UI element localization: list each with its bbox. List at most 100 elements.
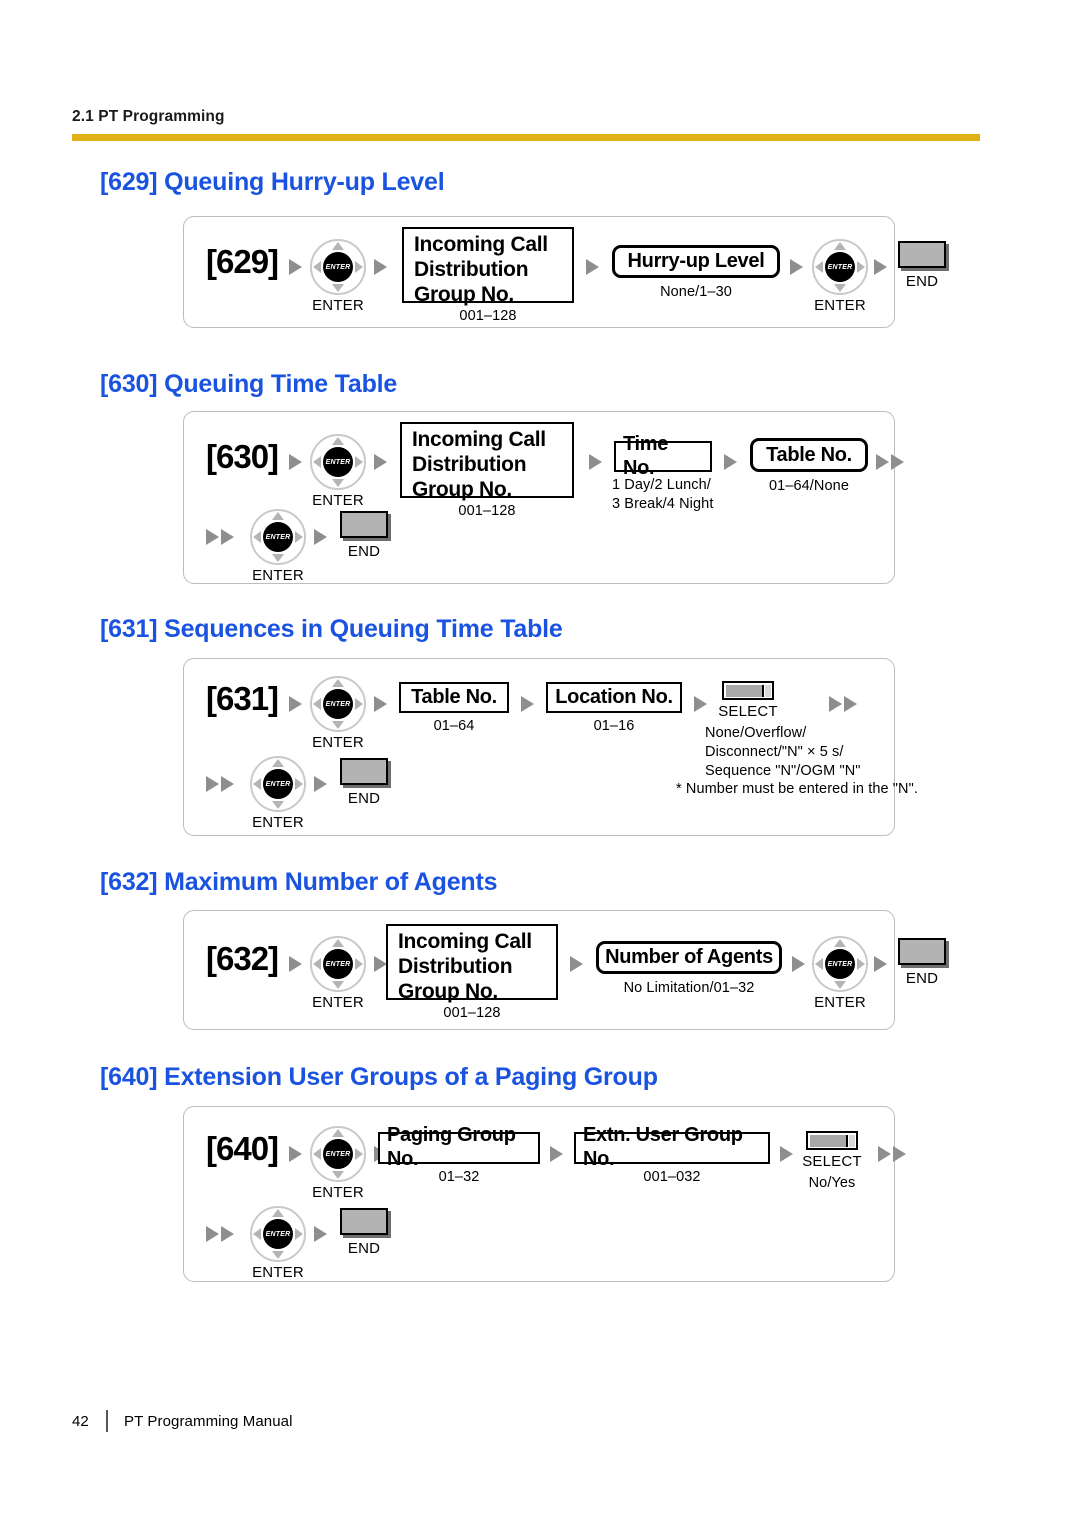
navigator-right-icon [355, 456, 363, 468]
section-title-632: [632] Maximum Number of Agents [100, 868, 498, 896]
select-key-label: SELECT [718, 703, 778, 720]
navigator-left-icon [313, 456, 321, 468]
flow-arrow-icon [206, 776, 219, 792]
enter-key-label: ENTER [252, 567, 304, 584]
enter-key-label: ENTER [312, 297, 364, 314]
icd-group-no-box-632[interactable]: Incoming Call Distribution Group No. [386, 924, 558, 1003]
end-key[interactable] [340, 511, 388, 538]
enter-button-icon: ENTER [825, 252, 855, 282]
select-key-nub [849, 1134, 855, 1147]
navigator-up-icon [332, 1129, 344, 1137]
running-head: 2.1 PT Programming [72, 108, 225, 125]
extn-user-group-no-box[interactable]: Extn. User Group No. [574, 1124, 770, 1170]
icd-group-no-box-630[interactable]: Incoming Call Distribution Group No. [400, 422, 574, 501]
table-no-range-630: 01–64/None [768, 478, 849, 494]
flow-arrow-icon [792, 956, 805, 972]
select-key-bar [725, 684, 764, 697]
manual-name: PT Programming Manual [124, 1412, 293, 1430]
enter-button-icon: ENTER [323, 949, 353, 979]
end-key[interactable] [340, 758, 388, 785]
navigator-right-icon [295, 778, 303, 790]
enter-key-label: ENTER [312, 994, 364, 1011]
hurry-up-level-range: None/1–30 [660, 284, 732, 300]
enter-navigator-key[interactable]: ENTER [310, 434, 366, 490]
program-number-630: [630] [206, 438, 279, 475]
header-rule [72, 134, 980, 141]
navigator-right-icon [295, 531, 303, 543]
table-no-box-630[interactable]: Table No. [750, 438, 868, 472]
flow-arrow-icon [586, 259, 599, 275]
navigator-left-icon [313, 261, 321, 273]
section-title-629: [629] Queuing Hurry-up Level [100, 168, 445, 196]
program-number-632: [632] [206, 940, 279, 977]
flow-arrow-icon [221, 776, 234, 792]
flow-arrow-icon [221, 529, 234, 545]
flow-arrow-icon [874, 956, 887, 972]
select-key-label: SELECT [802, 1153, 862, 1170]
number-of-agents-box[interactable]: Number of Agents [596, 941, 782, 974]
document-page: 2.1 PT Programming [629] Queuing Hurry-u… [0, 0, 1080, 1528]
number-of-agents-range: No Limitation/01–32 [623, 980, 755, 996]
navigator-left-icon [313, 1148, 321, 1160]
enter-key-label: ENTER [312, 492, 364, 509]
flow-arrow-icon [550, 1146, 563, 1162]
flow-arrow-icon [374, 696, 387, 712]
enter-button-icon: ENTER [263, 1219, 293, 1249]
enter-button-icon: ENTER [323, 447, 353, 477]
paging-group-no-range: 01–32 [438, 1169, 480, 1185]
end-key-label: END [347, 543, 381, 560]
navigator-down-icon [272, 1251, 284, 1259]
enter-button-icon: ENTER [263, 522, 293, 552]
program-number-629: [629] [206, 243, 279, 280]
flow-arrow-icon [844, 696, 857, 712]
enter-navigator-key[interactable]: ENTER [812, 936, 868, 992]
navigator-left-icon [313, 958, 321, 970]
flow-arrow-icon [314, 529, 327, 545]
time-no-range: 1 Day/2 Lunch/ 3 Break/4 Night [612, 477, 714, 512]
navigator-right-icon [295, 1228, 303, 1240]
flow-arrow-icon [521, 696, 534, 712]
navigator-left-icon [815, 261, 823, 273]
end-key[interactable] [898, 241, 946, 268]
location-no-box[interactable]: Location No. [546, 682, 682, 713]
navigator-down-icon [272, 554, 284, 562]
flow-arrow-icon [289, 454, 302, 470]
enter-navigator-key[interactable]: ENTER [250, 509, 306, 565]
enter-navigator-key[interactable]: ENTER [310, 1126, 366, 1182]
end-key[interactable] [340, 1208, 388, 1235]
extn-user-group-no-range: 001–032 [643, 1169, 701, 1185]
table-no-box-631[interactable]: Table No. [399, 682, 509, 713]
icd-group-no-box-629[interactable]: Incoming Call Distribution Group No. [402, 227, 574, 306]
navigator-down-icon [272, 801, 284, 809]
icd-group-no-range-632: 001–128 [443, 1005, 501, 1021]
navigator-down-icon [332, 1171, 344, 1179]
navigator-right-icon [355, 698, 363, 710]
enter-key-label: ENTER [312, 734, 364, 751]
flow-arrow-icon [876, 454, 889, 470]
hurry-up-level-box[interactable]: Hurry-up Level [612, 245, 780, 278]
enter-button-icon: ENTER [323, 1139, 353, 1169]
flow-arrow-icon [893, 1146, 906, 1162]
page-number: 42 [72, 1412, 89, 1430]
enter-navigator-key[interactable]: ENTER [250, 1206, 306, 1262]
navigator-left-icon [253, 1228, 261, 1240]
paging-group-no-box[interactable]: Paging Group No. [378, 1124, 540, 1170]
navigator-down-icon [332, 479, 344, 487]
enter-navigator-key[interactable]: ENTER [310, 936, 366, 992]
end-key-label: END [347, 1240, 381, 1257]
footer-divider [106, 1410, 108, 1432]
enter-navigator-key[interactable]: ENTER [250, 756, 306, 812]
navigator-up-icon [272, 512, 284, 520]
enter-navigator-key[interactable]: ENTER [812, 239, 868, 295]
select-options-631: None/Overflow/ Disconnect/"N" × 5 s/ Seq… [705, 725, 861, 779]
enter-key-label: ENTER [814, 297, 866, 314]
enter-button-icon: ENTER [263, 769, 293, 799]
enter-navigator-key[interactable]: ENTER [310, 239, 366, 295]
icd-group-no-range-629: 001–128 [459, 308, 517, 324]
select-key-640[interactable] [806, 1131, 858, 1150]
time-no-box[interactable]: Time No. [614, 433, 712, 479]
end-key[interactable] [898, 938, 946, 965]
enter-navigator-key[interactable]: ENTER [310, 676, 366, 732]
flow-panel-640: [640] ENTER ENTER Paging Group No. 01–32… [183, 1106, 906, 1282]
select-key-631[interactable] [722, 681, 774, 700]
